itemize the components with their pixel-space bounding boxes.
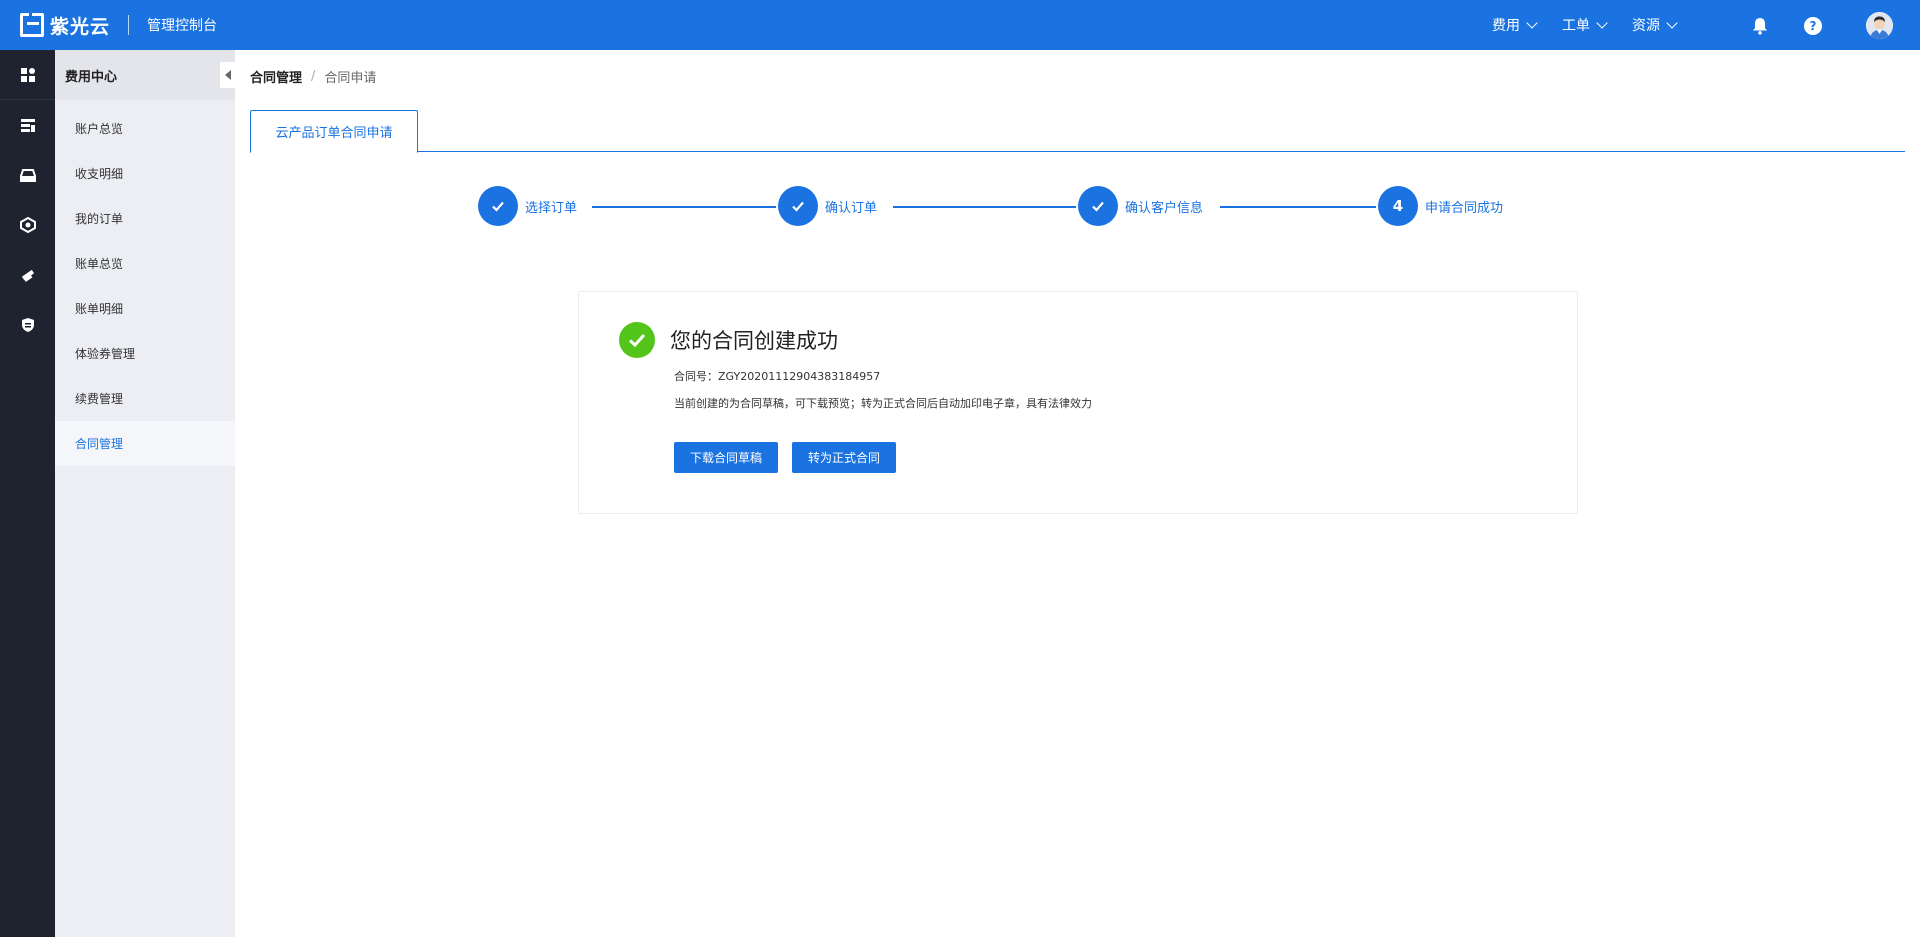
brand-name: 紫光云 (50, 15, 111, 38)
user-avatar-icon (1866, 12, 1893, 39)
icon-rail (0, 50, 55, 937)
step-label: 确认客户信息 (1125, 200, 1204, 216)
step-confirm-customer: 确认客户信息 (1078, 186, 1203, 226)
sidebar-title: 费用中心 (55, 50, 235, 100)
rail-item-security[interactable] (0, 300, 55, 350)
contract-number: 合同号：ZGY20201112904383184957 (674, 370, 881, 383)
success-check-icon (619, 322, 655, 358)
check-icon (1092, 201, 1104, 212)
check-icon (792, 201, 804, 212)
sidebar-item-account-overview[interactable]: 账户总览 (55, 106, 235, 151)
step-confirm-order: 确认订单 (778, 186, 877, 226)
main-content: 合同管理 / 合同申请 云产品订单合同申请 选择订单 确认订单 确认客户信息 4… (235, 50, 1920, 937)
tab-cloud-order-contract[interactable]: 云产品订单合同申请 (250, 110, 418, 153)
bell-icon[interactable] (1752, 17, 1768, 35)
chevron-down-icon (1526, 17, 1538, 29)
rail-item-servers[interactable] (0, 100, 55, 150)
rail-item-storage[interactable] (0, 150, 55, 200)
sidebar-item-my-orders[interactable]: 我的订单 (55, 196, 235, 241)
sidebar: 费用中心 账户总览 收支明细 我的订单 账单总览 账单明细 体验券管理 续费管理… (55, 50, 235, 937)
download-draft-button[interactable]: 下载合同草稿 (674, 442, 778, 473)
result-card: 您的合同创建成功 合同号：ZGY20201112904383184957 当前创… (578, 291, 1578, 514)
nav-item-resources[interactable]: 资源 (1632, 15, 1678, 35)
result-title: 您的合同创建成功 (670, 329, 838, 353)
step-done-circle (1078, 186, 1118, 226)
security-shield-icon (21, 318, 34, 332)
step-connector (592, 206, 776, 208)
chevron-down-icon (1666, 17, 1678, 29)
top-nav: 费用 工单 资源 (1492, 0, 1702, 50)
progress-steps: 选择订单 确认订单 确认客户信息 4 申请合同成功 (478, 186, 1578, 226)
result-description: 当前创建的为合同草稿，可下载预览；转为正式合同后自动加印电子章，具有法律效力 (674, 397, 1092, 410)
dashboard-icon (20, 67, 35, 82)
help-icon[interactable]: ? (1804, 17, 1822, 35)
server-list-icon (20, 119, 35, 132)
sidebar-item-bill-overview[interactable]: 账单总览 (55, 241, 235, 286)
sidebar-item-renewals[interactable]: 续费管理 (55, 376, 235, 421)
sidebar-item-vouchers[interactable]: 体验券管理 (55, 331, 235, 376)
rail-item-network[interactable] (0, 200, 55, 250)
collapse-sidebar-button[interactable] (220, 62, 235, 88)
nav-item-label: 资源 (1632, 18, 1660, 34)
breadcrumb-current: 合同申请 (324, 71, 377, 86)
convert-formal-button[interactable]: 转为正式合同 (792, 442, 896, 473)
console-title[interactable]: 管理控制台 (147, 15, 217, 35)
nav-item-label: 费用 (1492, 18, 1520, 34)
rail-item-dashboard[interactable] (0, 50, 55, 100)
step-select-order: 选择订单 (478, 186, 577, 226)
sidebar-item-bill-details[interactable]: 账单明细 (55, 286, 235, 331)
network-icon (19, 217, 36, 233)
step-label: 确认订单 (825, 200, 878, 216)
nav-item-label: 工单 (1562, 18, 1590, 34)
rail-item-tools[interactable] (0, 250, 55, 300)
breadcrumb-separator: / (311, 69, 316, 84)
nav-item-tickets[interactable]: 工单 (1562, 15, 1608, 35)
tools-icon (21, 269, 34, 282)
check-icon (492, 201, 504, 212)
breadcrumb: 合同管理 / 合同申请 (250, 67, 376, 86)
step-done-circle (478, 186, 518, 226)
avatar[interactable] (1866, 12, 1893, 39)
sidebar-menu: 账户总览 收支明细 我的订单 账单总览 账单明细 体验券管理 续费管理 合同管理 (55, 106, 235, 466)
step-label: 选择订单 (525, 200, 578, 216)
nav-item-billing[interactable]: 费用 (1492, 15, 1538, 35)
sidebar-item-transactions[interactable]: 收支明细 (55, 151, 235, 196)
breadcrumb-parent[interactable]: 合同管理 (250, 67, 302, 86)
storage-icon (19, 169, 36, 182)
brand-logo[interactable]: 紫光云 (20, 0, 110, 50)
check-icon (628, 333, 646, 348)
header-divider (128, 15, 130, 35)
tab-bar: 云产品订单合同申请 (250, 110, 1905, 153)
step-number-circle: 4 (1378, 186, 1418, 226)
sidebar-item-contracts[interactable]: 合同管理 (55, 421, 235, 466)
step-connector (893, 206, 1076, 208)
top-header: 紫光云 管理控制台 费用 工单 资源 ? (0, 0, 1920, 50)
step-done-circle (778, 186, 818, 226)
chevron-down-icon (1596, 17, 1608, 29)
step-label: 申请合同成功 (1425, 200, 1504, 216)
step-connector (1220, 206, 1376, 208)
logo-icon (20, 13, 44, 37)
step-contract-success: 4 申请合同成功 (1378, 186, 1503, 226)
